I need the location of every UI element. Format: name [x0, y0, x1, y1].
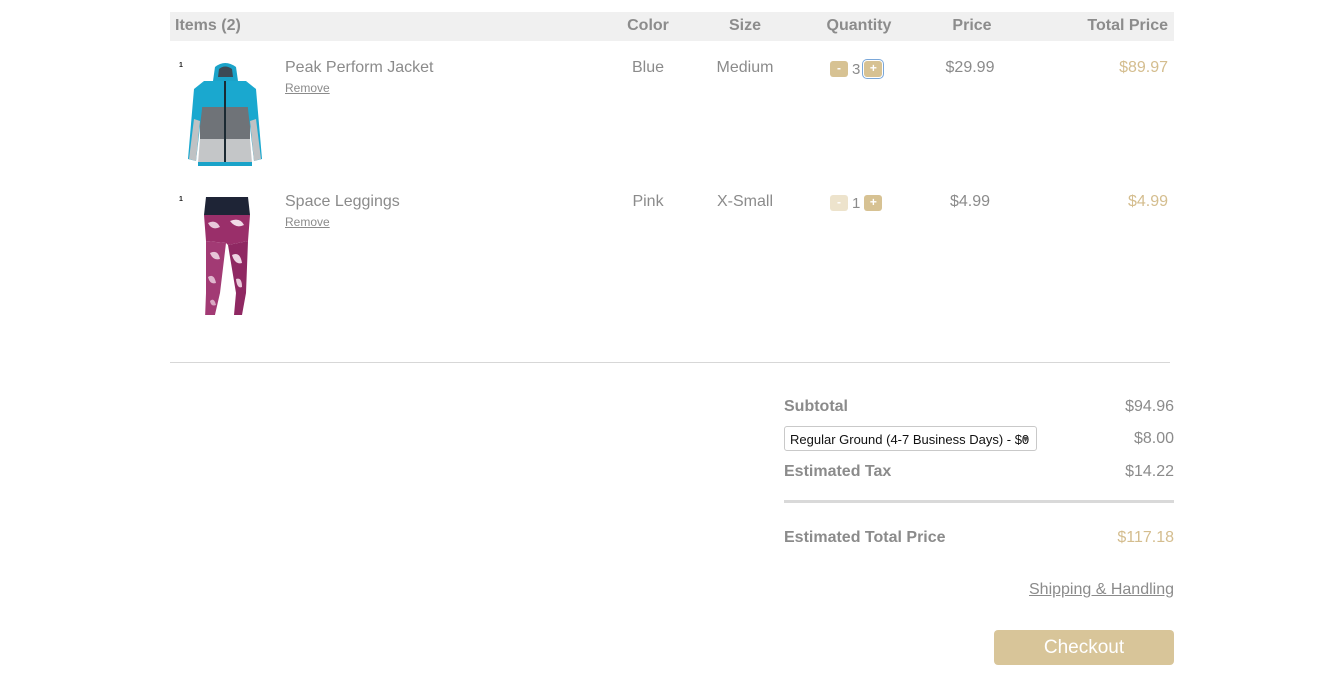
item-price: $29.99: [945, 59, 995, 76]
decrease-quantity-button[interactable]: -: [830, 61, 848, 77]
subtotal-label: Subtotal: [784, 398, 848, 415]
tax-label: Estimated Tax: [784, 463, 892, 480]
shipping-value: $8.00: [1133, 430, 1174, 447]
leggings-image[interactable]: [180, 193, 270, 315]
increase-quantity-button[interactable]: +: [864, 195, 883, 211]
header-color: Color: [627, 17, 669, 34]
shipping-method-value: Regular Ground (4-7 Business Days) - $0: [790, 432, 1030, 447]
quantity-value: 3: [852, 60, 861, 78]
header-total-price: Total Price: [1087, 17, 1168, 34]
remove-link[interactable]: Remove: [285, 215, 330, 229]
cart-row: 1 Peak Perform Jacket Remove Blue Medium: [170, 53, 1174, 187]
shipping-method-select[interactable]: Regular Ground (4-7 Business Days) - $0 …: [784, 426, 1037, 451]
cart-header: Items (2) Color Size Quantity Price Tota…: [170, 12, 1174, 41]
decrease-quantity-button[interactable]: -: [830, 195, 848, 211]
item-size: X-Small: [716, 193, 773, 210]
item-color: Pink: [632, 193, 664, 210]
item-price: $4.99: [949, 193, 991, 210]
product-name[interactable]: Peak Perform Jacket: [285, 59, 434, 77]
cart-divider: [170, 362, 1170, 363]
subtotal-value: $94.96: [1125, 398, 1174, 415]
cart-table: Items (2) Color Size Quantity Price Tota…: [170, 12, 1174, 321]
quantity-stepper: - 1 +: [830, 193, 883, 213]
item-color: Blue: [631, 59, 665, 76]
quantity-value: 1: [852, 194, 861, 212]
shipping-handling-link[interactable]: Shipping & Handling: [1029, 581, 1174, 599]
tax-value: $14.22: [1125, 463, 1174, 480]
chevron-down-icon: ▼: [1021, 434, 1030, 444]
header-items: Items (2): [175, 17, 241, 34]
checkout-button[interactable]: Checkout: [994, 630, 1174, 665]
header-size: Size: [728, 17, 761, 34]
header-quantity: Quantity: [826, 17, 892, 34]
product-name[interactable]: Space Leggings: [285, 193, 400, 211]
total-value: $117.18: [1117, 529, 1174, 546]
header-price: Price: [952, 17, 992, 34]
quantity-stepper: - 3 +: [830, 59, 883, 79]
item-size: Medium: [716, 59, 774, 76]
item-total-price: $89.97: [1119, 59, 1168, 76]
total-label: Estimated Total Price: [784, 529, 946, 546]
increase-quantity-button[interactable]: +: [864, 61, 883, 77]
remove-link[interactable]: Remove: [285, 81, 330, 95]
jacket-image[interactable]: [180, 59, 270, 181]
item-total-price: $4.99: [1127, 193, 1168, 210]
summary-divider: [784, 500, 1174, 503]
cart-row: 1 Space Leggings Remove Pink X-Small - 1: [170, 187, 1174, 321]
